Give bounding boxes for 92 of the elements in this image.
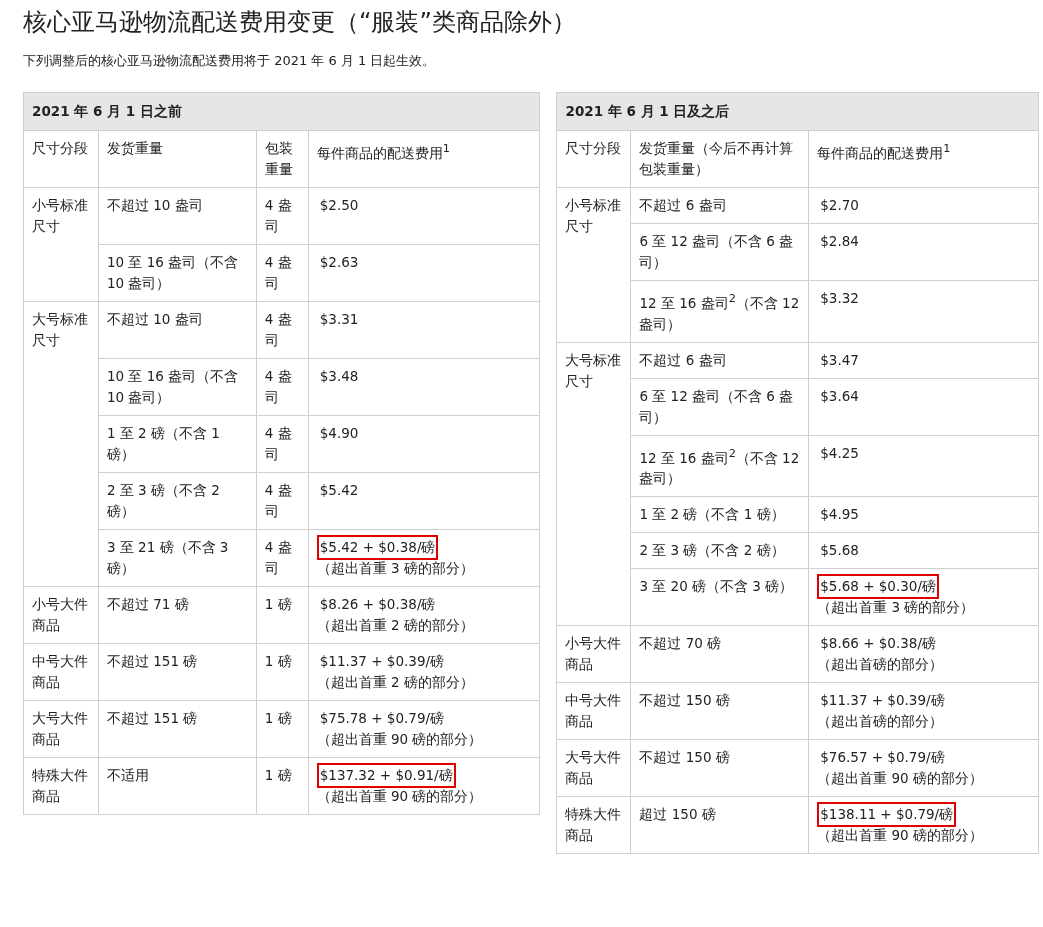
fee-amount: $11.37 + $0.39/磅 [819, 691, 946, 710]
size-tier-cell: 中号大件商品 [557, 682, 631, 740]
packaging-weight-cell: 1 磅 [256, 700, 309, 758]
packaging-weight-cell: 4 盎司 [256, 529, 309, 587]
size-tier-cell: 小号大件商品 [23, 586, 99, 644]
shipping-weight-cell: 10 至 16 盎司（不含 10 盎司） [98, 358, 257, 416]
packaging-weight-cell: 4 盎司 [256, 472, 309, 530]
fee-amount: $3.64 [819, 386, 860, 406]
size-tier-cell: 大号大件商品 [23, 700, 99, 758]
fee-amount: $3.32 [819, 289, 860, 308]
shipping-weight-cell: 6 至 12 盎司（不含 6 盎司） [630, 223, 809, 281]
packaging-weight-cell: 1 磅 [256, 586, 309, 644]
fee-amount: $8.26 + $0.38/磅 [318, 595, 437, 614]
column-header: 每件商品的配送费用$^{1}$ [308, 130, 540, 188]
fee-amount: $5.42 + $0.38/磅 [316, 535, 439, 560]
fee-note: （超出首重 3 磅的部分） [817, 598, 975, 617]
shipping-weight-cell: 不超过 150 磅 [630, 739, 809, 797]
shipping-weight-cell: 1 至 2 磅（不含 1 磅） [630, 496, 809, 533]
fee-amount: $2.63 [318, 253, 360, 272]
table-heading: 2021 年 6 月 1 日之前 [23, 92, 540, 131]
fee-amount: $5.68 + $0.30/磅 [817, 574, 939, 599]
fee-amount: $2.50 [318, 196, 360, 215]
shipping-weight-cell: 不超过 6 盎司 [630, 187, 809, 224]
table-heading: 2021 年 6 月 1 日及之后 [557, 92, 1039, 131]
column-header: 发货重量 [98, 130, 257, 188]
shipping-weight-cell: 2 至 3 磅（不含 2 磅） [630, 532, 809, 569]
size-tier-cell: 中号大件商品 [23, 643, 99, 701]
fee-amount: $2.84 [819, 232, 860, 251]
page-title: 核心亚马逊物流配送费用变更（“服装”类商品除外） [23, 7, 577, 38]
column-header: 包装重量 [256, 130, 309, 188]
fee-note: （超出首重 90 磅的部分） [817, 826, 983, 845]
shipping-weight-cell: 10 至 16 盎司（不含 10 盎司） [98, 244, 257, 302]
fee-note: （超出首磅的部分） [817, 655, 944, 674]
fee-note: （超出首重 2 磅的部分） [316, 616, 474, 635]
shipping-weight-cell: 不超过 151 磅 [98, 643, 257, 701]
shipping-weight-cell: 12 至 16 盎司$^{2}$（不含 12 盎司） [630, 280, 809, 342]
shipping-weight-cell: 6 至 12 盎司（不含 6 盎司） [630, 378, 809, 435]
shipping-weight-cell: 3 至 21 磅（不含 3 磅） [98, 529, 257, 587]
fee-amount: $4.95 [819, 505, 860, 524]
fee-amount: $5.68 [819, 541, 860, 560]
fee-amount: $137.32 + $0.91/磅 [316, 763, 456, 788]
size-tier-cell: 小号大件商品 [557, 625, 631, 683]
shipping-weight-cell: 不超过 70 磅 [630, 625, 809, 683]
packaging-weight-cell: 4 盎司 [256, 301, 309, 359]
size-tier-cell: 大号标准尺寸 [557, 342, 631, 626]
fee-note: （超出首重 90 磅的部分） [817, 769, 983, 788]
fee-amount: $75.78 + $0.79/磅 [318, 709, 446, 728]
size-tier-cell: 小号标准尺寸 [23, 187, 99, 302]
shipping-weight-cell: 不适用 [98, 757, 257, 815]
fee-amount: $4.90 [318, 424, 360, 443]
fee-amount: $5.42 [318, 481, 360, 500]
fee-amount: $8.66 + $0.38/磅 [819, 634, 937, 653]
shipping-weight-cell: 12 至 16 盎司$^{2}$（不含 12 盎司） [630, 435, 809, 497]
packaging-weight-cell: 4 盎司 [256, 187, 309, 245]
shipping-weight-cell: 3 至 20 磅（不含 3 磅） [630, 568, 809, 626]
packaging-weight-cell: 1 磅 [256, 757, 309, 815]
fee-amount: $3.31 [318, 310, 360, 329]
fee-note: （超出首重 3 磅的部分） [316, 559, 474, 578]
packaging-weight-cell: 4 盎司 [256, 358, 309, 416]
shipping-weight-cell: 不超过 151 磅 [98, 700, 257, 758]
fee-amount: $138.11 + $0.79/磅 [817, 802, 957, 827]
fee-amount: $4.25 [819, 443, 860, 463]
packaging-weight-cell: 1 磅 [256, 643, 309, 701]
column-header: 发货重量（今后不再计算包装重量） [630, 130, 809, 188]
fee-note: （超出首重 2 磅的部分） [316, 673, 474, 692]
shipping-weight-cell: 1 至 2 磅（不含 1 磅） [98, 415, 257, 473]
fee-note: （超出首磅的部分） [817, 712, 944, 731]
size-tier-cell: 小号标准尺寸 [557, 187, 631, 342]
fee-note: （超出首重 90 磅的部分） [316, 787, 483, 806]
size-tier-cell: 特殊大件商品 [23, 757, 99, 815]
shipping-weight-cell: 超过 150 磅 [630, 796, 809, 854]
size-tier-cell: 大号大件商品 [557, 739, 631, 797]
column-header: 尺寸分段 [557, 130, 631, 188]
shipping-weight-cell: 不超过 71 磅 [98, 586, 257, 644]
size-tier-cell: 特殊大件商品 [557, 796, 631, 854]
column-header: 尺寸分段 [23, 130, 99, 188]
size-tier-cell: 大号标准尺寸 [23, 301, 99, 587]
fee-amount: $3.48 [318, 367, 360, 386]
fee-amount: $3.47 [819, 350, 860, 370]
shipping-weight-cell: 不超过 10 盎司 [98, 301, 257, 359]
shipping-weight-cell: 不超过 10 盎司 [98, 187, 257, 245]
packaging-weight-cell: 4 盎司 [256, 415, 309, 473]
fee-amount: $76.57 + $0.79/磅 [819, 748, 946, 767]
column-header: 每件商品的配送费用$^{1}$ [808, 130, 1039, 188]
shipping-weight-cell: 不超过 6 盎司 [630, 342, 809, 378]
packaging-weight-cell: 4 盎司 [256, 244, 309, 302]
fee-note: （超出首重 90 磅的部分） [316, 730, 483, 749]
fee-amount: $11.37 + $0.39/磅 [318, 652, 446, 671]
shipping-weight-cell: 2 至 3 磅（不含 2 磅） [98, 472, 257, 530]
fee-amount: $2.70 [819, 196, 860, 215]
intro-text: 下列调整后的核心亚马逊物流配送费用将于 2021 年 6 月 1 日起生效。 [23, 52, 437, 70]
shipping-weight-cell: 不超过 150 磅 [630, 682, 809, 740]
